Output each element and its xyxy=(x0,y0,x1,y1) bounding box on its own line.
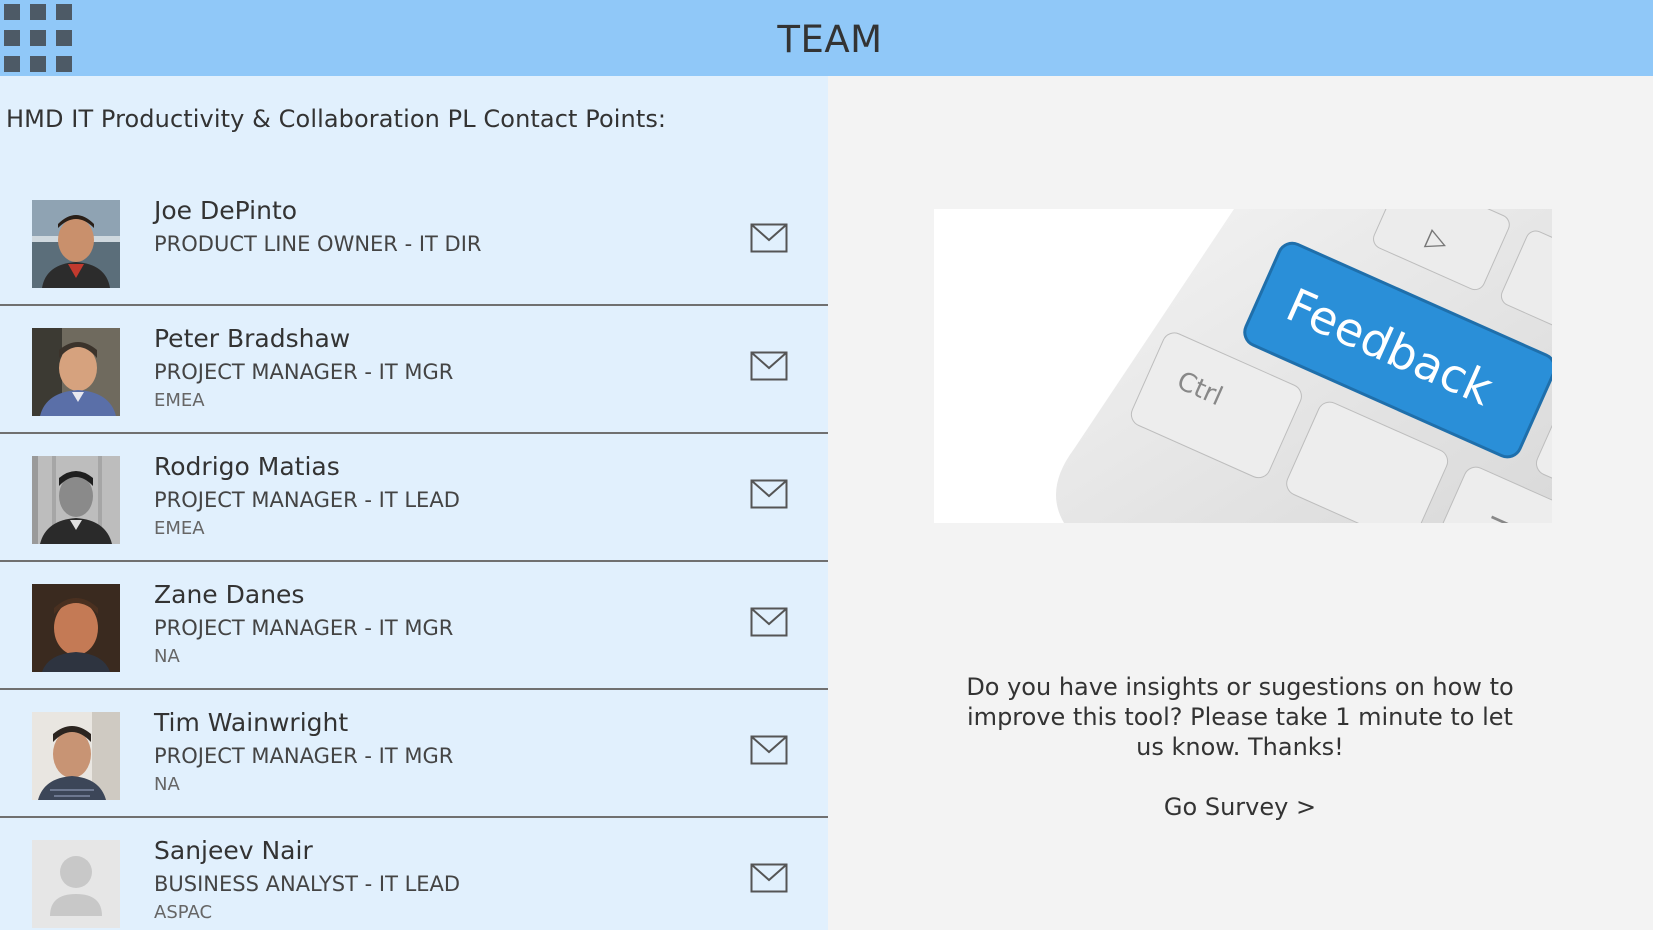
contact-name: Sanjeev Nair xyxy=(154,836,313,865)
avatar xyxy=(32,200,120,288)
mail-icon[interactable] xyxy=(750,735,788,765)
contact-name: Peter Bradshaw xyxy=(154,324,351,353)
page-title: TEAM xyxy=(777,18,883,61)
avatar xyxy=(32,584,120,672)
mail-icon[interactable] xyxy=(750,607,788,637)
contact-name: Rodrigo Matias xyxy=(154,452,340,481)
mail-icon[interactable] xyxy=(750,479,788,509)
contact-role: BUSINESS ANALYST - IT LEAD xyxy=(154,872,461,896)
contact-row-peter-bradshaw: Peter Bradshaw PROJECT MANAGER - IT MGR … xyxy=(0,306,828,434)
top-bar: TEAM xyxy=(0,0,1653,76)
avatar xyxy=(32,456,120,544)
contact-name: Tim Wainwright xyxy=(154,708,349,737)
contact-region: EMEA xyxy=(154,518,205,539)
mail-icon[interactable] xyxy=(750,351,788,381)
avatar xyxy=(32,712,120,800)
avatar-placeholder-icon xyxy=(32,840,120,928)
contact-row-zane-danes: Zane Danes PROJECT MANAGER - IT MGR NA xyxy=(0,562,828,690)
contact-role: PROJECT MANAGER - IT LEAD xyxy=(154,488,460,512)
contact-region: NA xyxy=(154,774,180,795)
contact-role: PROJECT MANAGER - IT MGR xyxy=(154,744,454,768)
contact-row-rodrigo-matias: Rodrigo Matias PROJECT MANAGER - IT LEAD… xyxy=(0,434,828,562)
contact-row-tim-wainwright: Tim Wainwright PROJECT MANAGER - IT MGR … xyxy=(0,690,828,818)
contact-role: PRODUCT LINE OWNER - IT DIR xyxy=(154,232,482,256)
feedback-keyboard-image: ▷ Feedback Ctrl A Z xyxy=(934,209,1552,523)
go-survey-link[interactable]: Go Survey > xyxy=(1100,793,1380,821)
contact-heading: HMD IT Productivity & Collaboration PL C… xyxy=(6,105,667,133)
contact-region: NA xyxy=(154,646,180,667)
contact-role: PROJECT MANAGER - IT MGR xyxy=(154,616,454,640)
mail-icon[interactable] xyxy=(750,863,788,893)
feedback-message: Do you have insights or sugestions on ho… xyxy=(966,673,1514,761)
contact-panel: HMD IT Productivity & Collaboration PL C… xyxy=(0,76,828,930)
avatar xyxy=(32,328,120,416)
mail-icon[interactable] xyxy=(750,223,788,253)
contact-role: PROJECT MANAGER - IT MGR xyxy=(154,360,454,384)
contact-region: EMEA xyxy=(154,390,205,411)
contact-name: Zane Danes xyxy=(154,580,305,609)
contact-row-sanjeev-nair: Sanjeev Nair BUSINESS ANALYST - IT LEAD … xyxy=(0,818,828,930)
contact-row-joe-depinto: Joe DePinto PRODUCT LINE OWNER - IT DIR xyxy=(0,178,828,306)
contact-region: ASPAC xyxy=(154,902,213,923)
contact-name: Joe DePinto xyxy=(154,196,298,225)
